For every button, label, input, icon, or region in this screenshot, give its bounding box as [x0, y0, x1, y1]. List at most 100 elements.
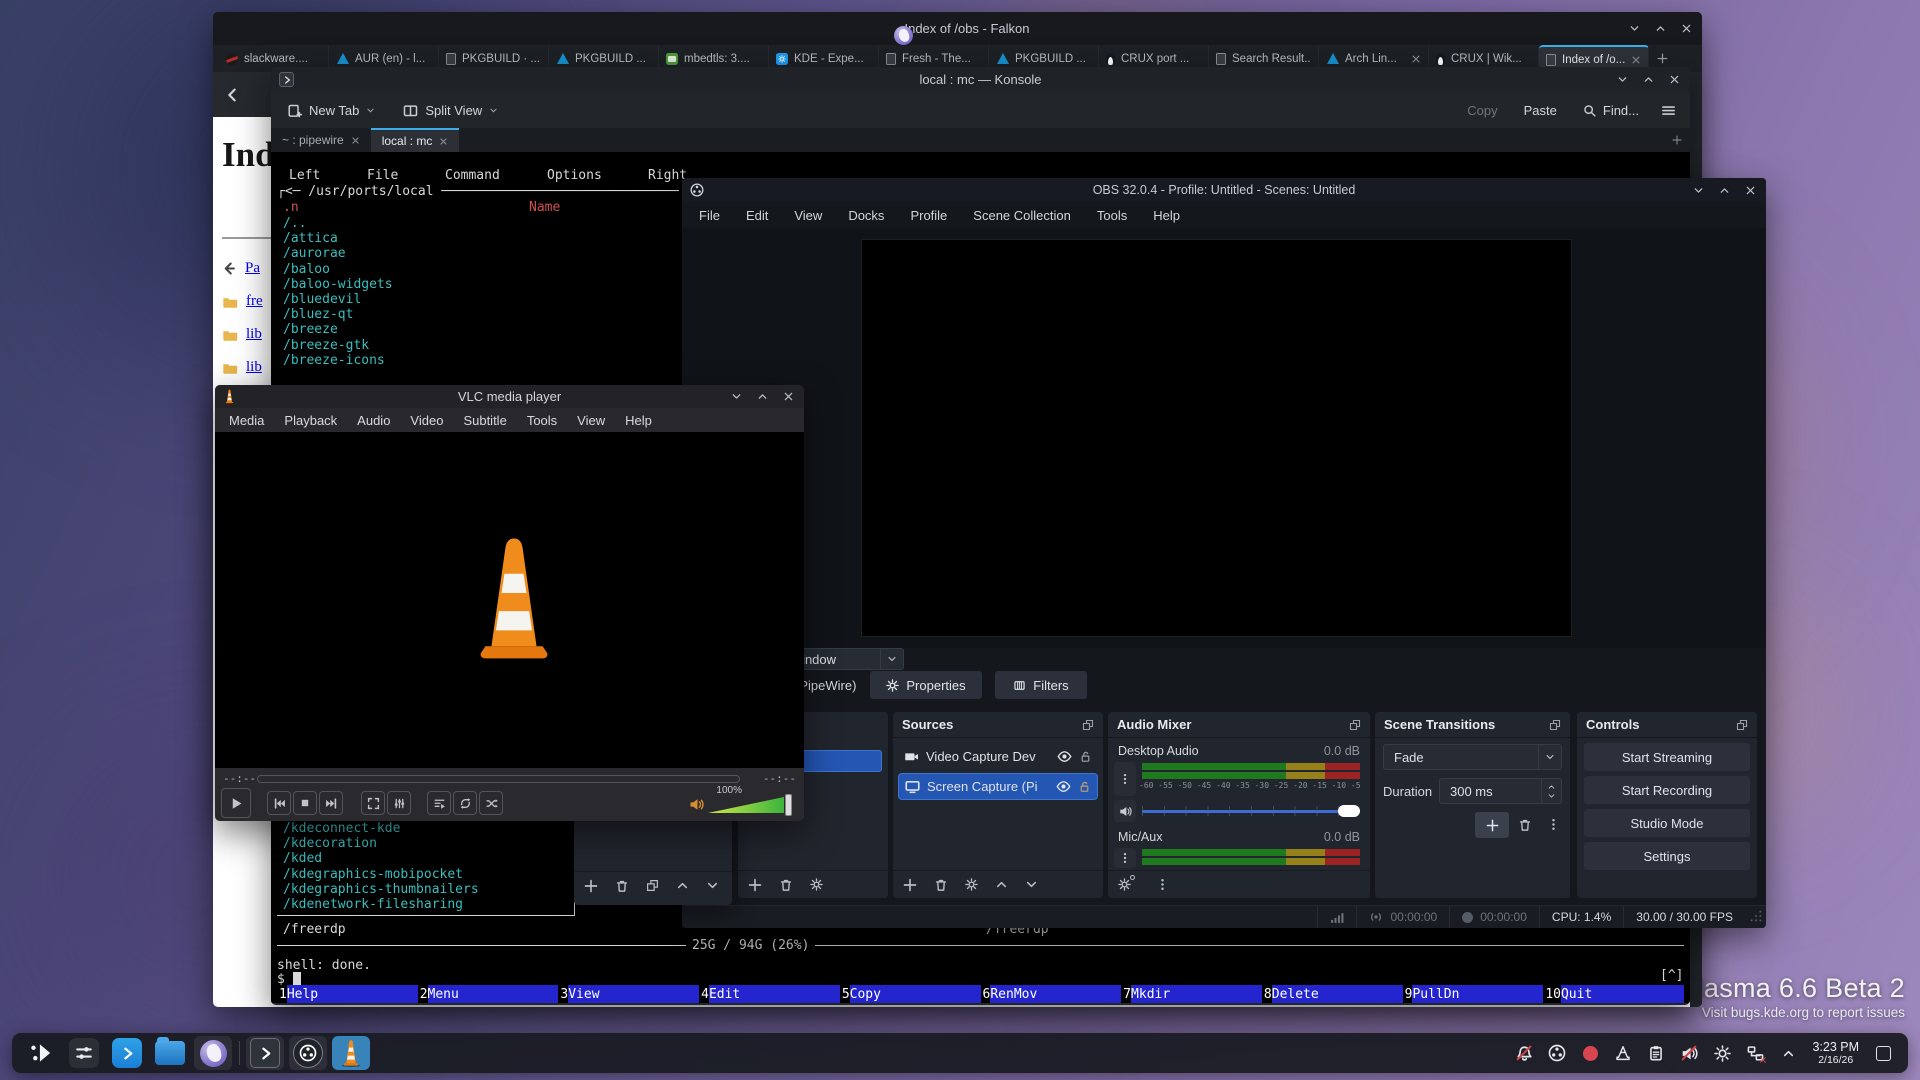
obs-titlebar[interactable]: OBS 32.0.4 - Profile: Untitled - Scenes:…: [682, 178, 1766, 202]
settings-button[interactable]: Settings: [1584, 842, 1750, 870]
properties-button[interactable]: Properties: [870, 671, 982, 699]
page-link[interactable]: Pa: [245, 260, 260, 277]
mc-dir-entry[interactable]: /kded: [283, 851, 322, 866]
move-up-icon[interactable]: [676, 879, 689, 892]
tab-pipewire[interactable]: ~ : pipewire: [271, 128, 371, 152]
konsole-titlebar[interactable]: local : mc — Konsole: [271, 67, 1690, 92]
volume-slider[interactable]: [1142, 802, 1360, 820]
slider-knob[interactable]: [1338, 805, 1360, 817]
maximize-icon[interactable]: [757, 391, 768, 402]
mc-menu-command[interactable]: Command: [445, 168, 500, 183]
tab-local-mc[interactable]: local : mc: [371, 128, 460, 152]
fkey-renmov[interactable]: 6RenMov: [981, 985, 1122, 1003]
fkey-delete[interactable]: 8Delete: [1262, 985, 1403, 1003]
mc-dir-entry[interactable]: /bluedevil: [283, 292, 361, 307]
close-icon[interactable]: [1669, 74, 1680, 85]
page-link[interactable]: lib: [246, 326, 262, 343]
show-desktop-button[interactable]: [1874, 1044, 1892, 1062]
menu-profile[interactable]: Profile: [897, 208, 960, 223]
playlist-button[interactable]: [427, 791, 451, 815]
back-icon[interactable]: [224, 87, 240, 103]
tab-close-icon[interactable]: [439, 137, 448, 146]
fkey-mkdir[interactable]: 7Mkdir: [1121, 985, 1262, 1003]
source-row-video-capture[interactable]: Video Capture Dev: [898, 743, 1098, 770]
close-icon[interactable]: [783, 391, 794, 402]
tab-close-icon[interactable]: [351, 136, 360, 145]
mc-dir-entry[interactable]: /..: [283, 216, 306, 231]
channel-menu-button[interactable]: [1114, 762, 1136, 796]
maximize-icon[interactable]: [1655, 23, 1666, 34]
remove-scene-icon[interactable]: [779, 878, 793, 892]
seek-bar[interactable]: [257, 775, 740, 783]
menu-subtitle[interactable]: Subtitle: [453, 413, 516, 428]
mc-dir-entry[interactable]: /kdenetwork-filesharing: [283, 897, 463, 912]
notifications-muted-icon[interactable]: [1515, 1044, 1533, 1062]
menu-scene-collection[interactable]: Scene Collection: [960, 208, 1084, 223]
remove-source-icon[interactable]: [934, 878, 948, 892]
remove-icon[interactable]: [615, 879, 629, 893]
volume-slider[interactable]: [708, 797, 784, 813]
lock-icon[interactable]: [1078, 780, 1091, 793]
color-temperature-icon[interactable]: [1713, 1044, 1731, 1062]
volume-slider-handle[interactable]: [785, 794, 792, 816]
menu-file[interactable]: File: [686, 208, 733, 223]
mc-dir-entry[interactable]: /baloo: [283, 262, 330, 277]
move-up-icon[interactable]: [995, 878, 1008, 891]
channel-menu-button[interactable]: [1114, 848, 1136, 868]
tab-close-icon[interactable]: [1631, 55, 1641, 65]
menu-view[interactable]: View: [567, 413, 615, 428]
mc-dir-entry[interactable]: /bluez-qt: [283, 307, 353, 322]
popout-dock-icon[interactable]: [1549, 719, 1561, 731]
vlc-video-area[interactable]: [215, 432, 804, 768]
find-button[interactable]: Find...: [1583, 103, 1639, 118]
task-konsole[interactable]: [246, 1036, 284, 1070]
obs-tray-icon[interactable]: [1548, 1044, 1566, 1062]
screen-recording-icon[interactable]: [1581, 1044, 1599, 1062]
falkon-titlebar[interactable]: Index of /obs - Falkon: [213, 12, 1702, 45]
move-down-icon[interactable]: [1025, 878, 1038, 891]
tab-bar-plus-icon[interactable]: [1672, 135, 1682, 145]
remove-transition-icon[interactable]: [1518, 818, 1532, 832]
duplicate-icon[interactable]: [646, 879, 659, 892]
fkey-copy[interactable]: 5Copy: [840, 985, 981, 1003]
tray-expand-icon[interactable]: [1779, 1044, 1797, 1062]
extended-settings-button[interactable]: [387, 791, 411, 815]
app-launcher-button[interactable]: [22, 1036, 60, 1070]
fkey-view[interactable]: 3View: [558, 985, 699, 1003]
popout-dock-icon[interactable]: [1349, 719, 1361, 731]
dolphin-button[interactable]: [151, 1036, 189, 1070]
stop-button[interactable]: [293, 791, 317, 815]
vlc-tray-icon[interactable]: [1614, 1044, 1632, 1062]
menu-edit[interactable]: Edit: [733, 208, 781, 223]
close-icon[interactable]: [1681, 23, 1692, 34]
page-link[interactable]: lib: [246, 359, 262, 376]
mc-dir-entry[interactable]: /breeze: [283, 322, 338, 337]
volume-speaker-icon[interactable]: [689, 797, 704, 812]
page-link[interactable]: fre: [246, 293, 263, 310]
task-falkon[interactable]: [194, 1036, 232, 1070]
paste-button[interactable]: Paste: [1524, 103, 1557, 118]
mc-history-indicator[interactable]: [^]: [1660, 968, 1683, 983]
audio-muted-icon[interactable]: [1680, 1044, 1698, 1062]
menu-help[interactable]: Help: [615, 413, 662, 428]
add-icon[interactable]: [584, 879, 598, 893]
add-source-icon[interactable]: [903, 878, 917, 892]
start-recording-button[interactable]: Start Recording: [1584, 776, 1750, 804]
close-icon[interactable]: [1745, 185, 1756, 196]
mc-dir-entry[interactable]: /aurorae: [283, 246, 346, 261]
popout-dock-icon[interactable]: [1082, 719, 1094, 731]
mc-dir-entry[interactable]: /breeze-gtk: [283, 338, 369, 353]
mc-menu-file[interactable]: File: [367, 168, 398, 183]
visibility-eye-icon[interactable]: [1056, 779, 1071, 794]
network-offline-icon[interactable]: [1746, 1044, 1764, 1062]
studio-mode-button[interactable]: Studio Mode: [1584, 809, 1750, 837]
fullscreen-button[interactable]: [361, 791, 385, 815]
fkey-quit[interactable]: 10Quit: [1543, 985, 1684, 1003]
duration-spinbox[interactable]: 300 ms: [1439, 778, 1562, 804]
minimize-icon[interactable]: [1629, 23, 1640, 34]
maximize-icon[interactable]: [1719, 185, 1730, 196]
minimize-icon[interactable]: [1617, 74, 1628, 85]
mc-dir-entry[interactable]: /kdegraphics-thumbnailers: [283, 882, 479, 897]
transition-menu-icon[interactable]: [1547, 818, 1560, 831]
previous-button[interactable]: [267, 791, 291, 815]
